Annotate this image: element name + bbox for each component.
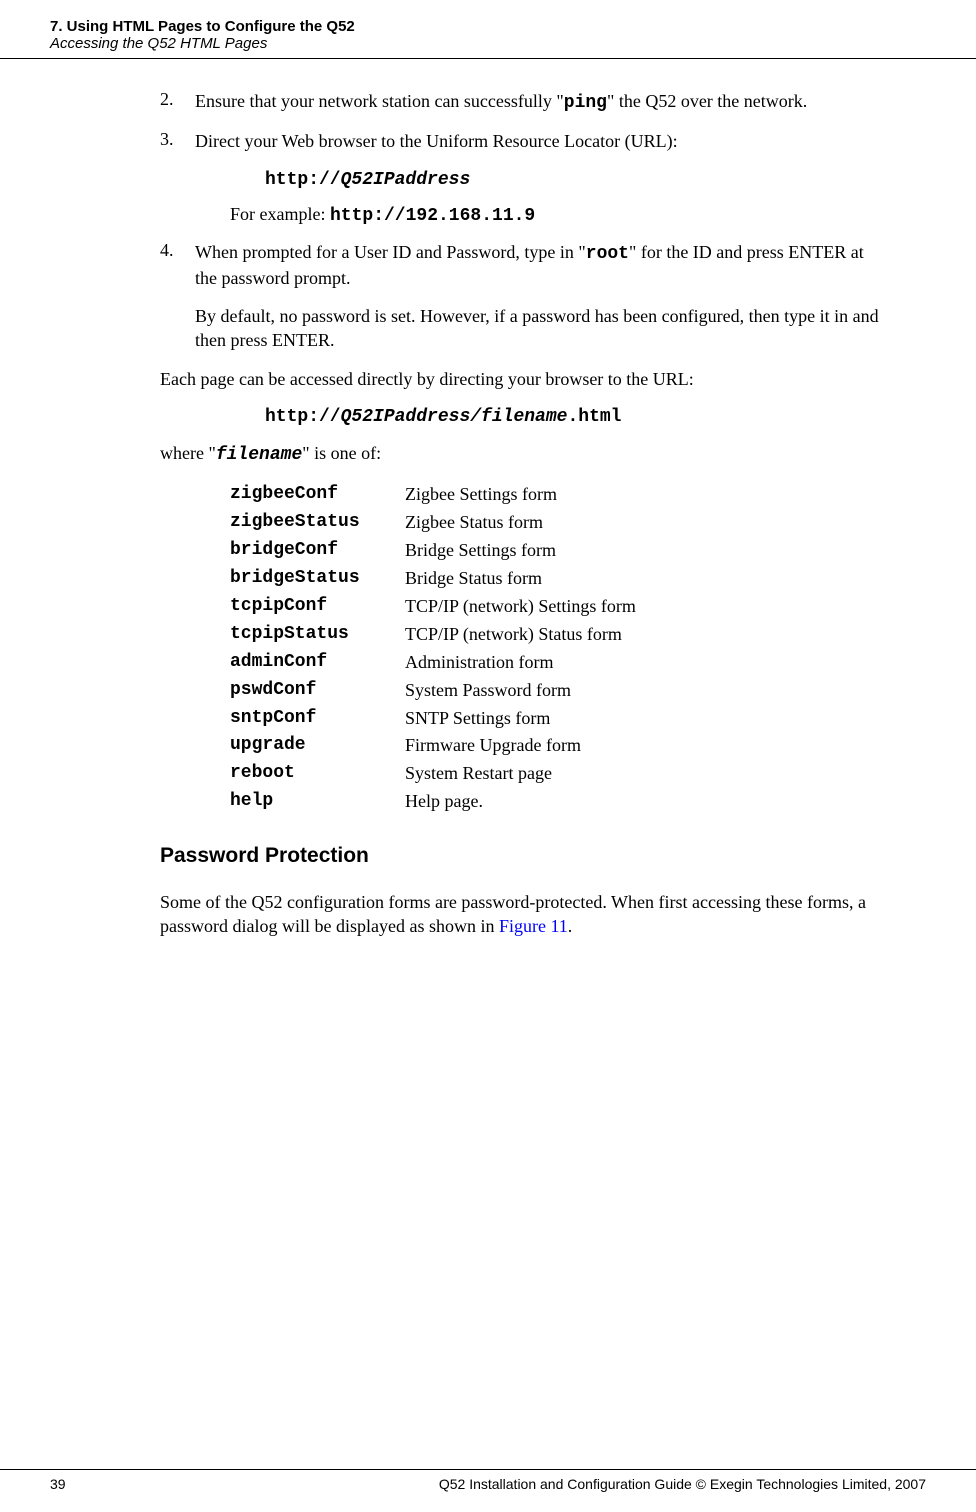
table-row: pswdConfSystem Password form xyxy=(230,677,881,705)
header-chapter-title: 7. Using HTML Pages to Configure the Q52 xyxy=(50,18,926,35)
filename-desc: Bridge Status form xyxy=(405,565,881,593)
table-row: sntpConfSNTP Settings form xyxy=(230,705,881,733)
table-row: rebootSystem Restart page xyxy=(230,760,881,788)
filename-key: pswdConf xyxy=(230,677,405,705)
url-prefix: http:// xyxy=(265,170,341,190)
table-row: bridgeConfBridge Settings form xyxy=(230,537,881,565)
table-row: zigbeeConfZigbee Settings form xyxy=(230,481,881,509)
step-number: 4. xyxy=(90,240,195,291)
filename-desc: Zigbee Settings form xyxy=(405,481,881,509)
step-4-continued: By default, no password is set. However,… xyxy=(90,304,881,353)
filename-desc: Help page. xyxy=(405,788,881,816)
text: When prompted for a User ID and Password… xyxy=(195,242,586,262)
filename-desc: Firmware Upgrade form xyxy=(405,732,881,760)
url-suffix: .html xyxy=(567,407,621,427)
url-placeholder: Q52IPaddress xyxy=(341,170,471,190)
subheading-password-protection: Password Protection xyxy=(160,844,881,868)
filename-key: help xyxy=(230,788,405,816)
text: . xyxy=(568,916,573,936)
table-row: tcpipConfTCP/IP (network) Settings form xyxy=(230,593,881,621)
code-filename: filename xyxy=(216,445,302,465)
text: " is one of: xyxy=(302,443,381,463)
table-row: helpHelp page. xyxy=(230,788,881,816)
text: For example: xyxy=(230,204,330,224)
url-template-block: http://Q52IPaddress/filename.html xyxy=(265,405,881,427)
filename-desc: TCP/IP (network) Settings form xyxy=(405,593,881,621)
step-number: 2. xyxy=(90,89,195,115)
step-3: 3. Direct your Web browser to the Unifor… xyxy=(90,129,881,153)
filename-desc: Zigbee Status form xyxy=(405,509,881,537)
header-section-title: Accessing the Q52 HTML Pages xyxy=(50,35,926,52)
step-body: Ensure that your network station can suc… xyxy=(195,89,881,115)
paragraph: where "filename" is one of: xyxy=(160,441,881,467)
figure-link[interactable]: Figure 11 xyxy=(499,916,568,936)
url-prefix: http:// xyxy=(265,407,341,427)
filename-desc: SNTP Settings form xyxy=(405,705,881,733)
step-number: 3. xyxy=(90,129,195,153)
filename-desc: TCP/IP (network) Status form xyxy=(405,621,881,649)
filename-desc: Bridge Settings form xyxy=(405,537,881,565)
paragraph: Each page can be accessed directly by di… xyxy=(160,367,881,391)
step-body: When prompted for a User ID and Password… xyxy=(195,240,881,291)
filename-desc: Administration form xyxy=(405,649,881,677)
url-example-block: http://Q52IPaddress xyxy=(265,168,881,190)
code-url: http://192.168.11.9 xyxy=(330,206,535,226)
filename-desc: System Restart page xyxy=(405,760,881,788)
paragraph: Some of the Q52 configuration forms are … xyxy=(160,890,881,939)
table-row: tcpipStatusTCP/IP (network) Status form xyxy=(230,621,881,649)
page-number: 39 xyxy=(50,1476,66,1492)
table-row: adminConfAdministration form xyxy=(230,649,881,677)
filename-desc: System Password form xyxy=(405,677,881,705)
step-body: Direct your Web browser to the Uniform R… xyxy=(195,129,881,153)
footer-text: Q52 Installation and Configuration Guide… xyxy=(439,1476,926,1492)
filename-key: sntpConf xyxy=(230,705,405,733)
main-content: 2. Ensure that your network station can … xyxy=(0,59,976,939)
text: " the Q52 over the network. xyxy=(607,91,807,111)
filename-key: adminConf xyxy=(230,649,405,677)
page-header: 7. Using HTML Pages to Configure the Q52… xyxy=(0,0,976,59)
filename-key: tcpipConf xyxy=(230,593,405,621)
url-concrete-example: For example: http://192.168.11.9 xyxy=(230,204,881,226)
step-body: By default, no password is set. However,… xyxy=(195,304,881,353)
filename-key: tcpipStatus xyxy=(230,621,405,649)
text: where " xyxy=(160,443,216,463)
code-root: root xyxy=(586,244,629,264)
filename-key: reboot xyxy=(230,760,405,788)
step-4: 4. When prompted for a User ID and Passw… xyxy=(90,240,881,291)
page-footer: 39 Q52 Installation and Configuration Gu… xyxy=(0,1469,976,1492)
filename-key: bridgeConf xyxy=(230,537,405,565)
filename-key: zigbeeStatus xyxy=(230,509,405,537)
url-placeholder: Q52IPaddress/filename xyxy=(341,407,568,427)
step-number-empty xyxy=(90,304,195,353)
filename-key: bridgeStatus xyxy=(230,565,405,593)
step-2: 2. Ensure that your network station can … xyxy=(90,89,881,115)
table-row: bridgeStatusBridge Status form xyxy=(230,565,881,593)
filename-key: zigbeeConf xyxy=(230,481,405,509)
code-ping: ping xyxy=(564,93,607,113)
table-row: upgradeFirmware Upgrade form xyxy=(230,732,881,760)
filename-key: upgrade xyxy=(230,732,405,760)
table-row: zigbeeStatusZigbee Status form xyxy=(230,509,881,537)
text: Ensure that your network station can suc… xyxy=(195,91,564,111)
filename-table: zigbeeConfZigbee Settings form zigbeeSta… xyxy=(230,481,881,816)
